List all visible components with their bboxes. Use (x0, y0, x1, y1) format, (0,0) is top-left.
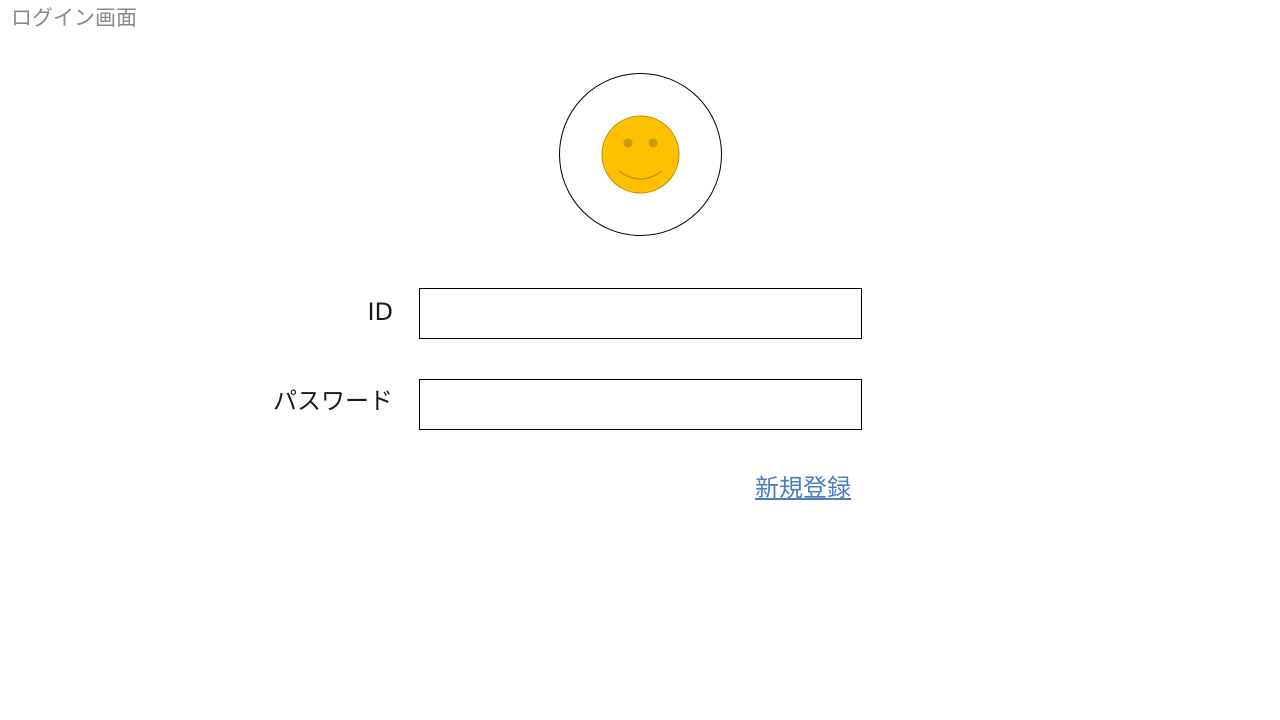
page-title: ログイン画面 (11, 6, 137, 30)
password-label: パスワード (273, 387, 393, 415)
id-label: ID (367, 298, 393, 326)
password-input[interactable] (419, 379, 862, 430)
login-page: ログイン画面 ID パスワード 新規登録 (0, 0, 1280, 720)
smiley-face-icon (601, 115, 680, 194)
id-input[interactable] (419, 288, 862, 339)
signup-link[interactable]: 新規登録 (755, 472, 851, 504)
